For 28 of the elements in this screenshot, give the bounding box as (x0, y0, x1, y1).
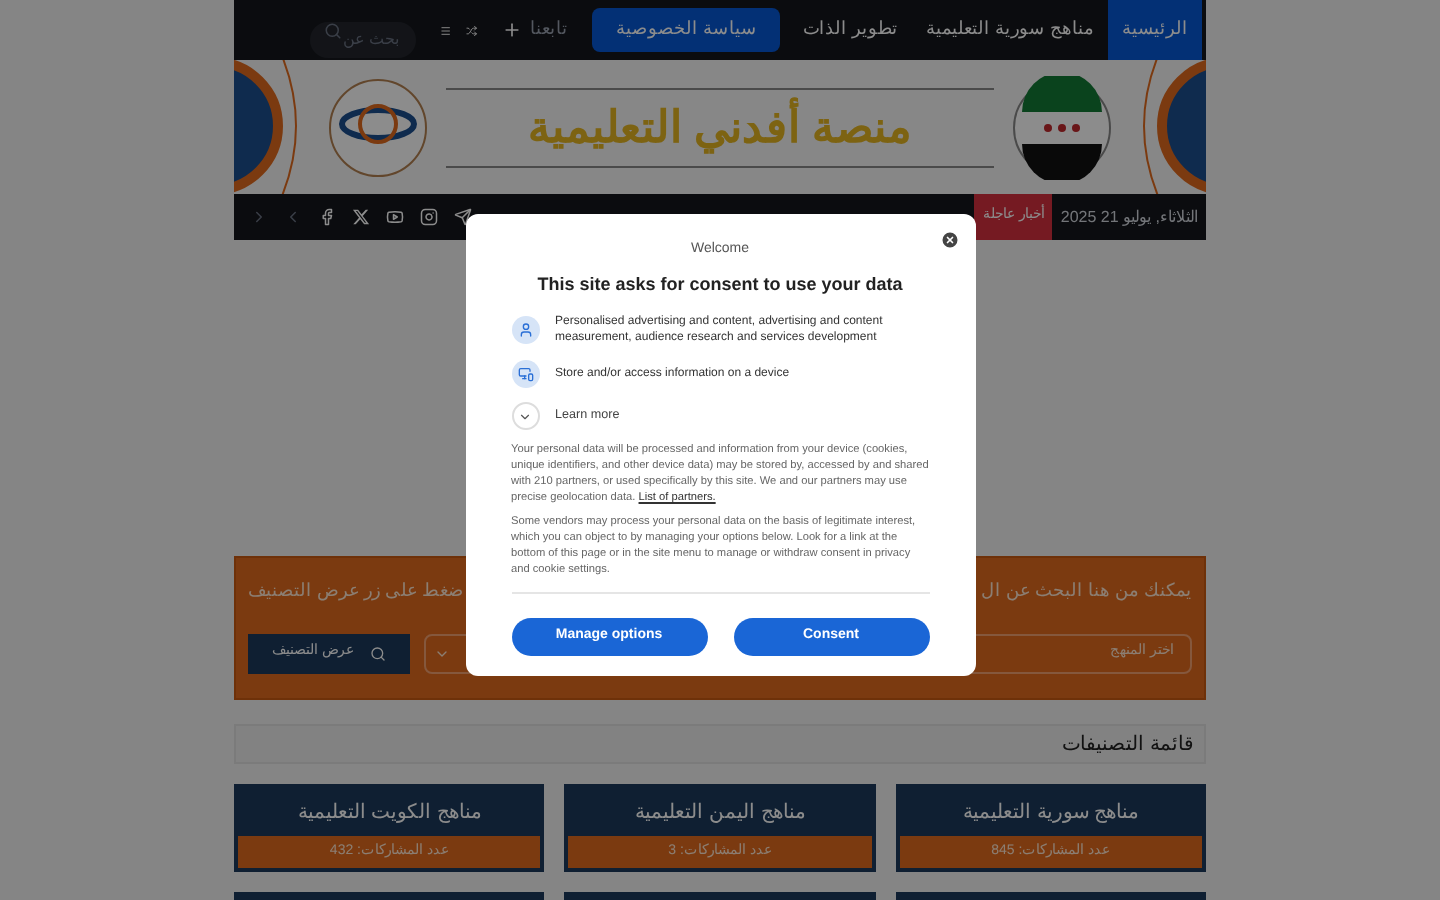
facebook-icon[interactable] (318, 208, 336, 226)
arc-drawing (234, 60, 302, 194)
telegram-icon[interactable] (454, 208, 472, 226)
card-title: مناهج سورية التعليمية (961, 799, 1141, 827)
section-title: قائمة التصنيفات (1062, 731, 1194, 759)
flag-icon (1010, 75, 1114, 179)
close-icon[interactable] (939, 230, 959, 250)
dialog-title: This site asks for consent to use your data (537, 271, 903, 298)
instagram-icon[interactable] (420, 208, 438, 226)
person-icon (511, 316, 539, 344)
plus-icon (501, 20, 522, 40)
nav-link[interactable]: مناهج سورية التعليمية (911, 0, 1108, 60)
x-icon[interactable] (352, 208, 370, 226)
follow-link[interactable]: تابعنا (529, 16, 568, 44)
card-title: مناهج الكويت التعليمية (295, 799, 483, 827)
search-icon (369, 645, 386, 661)
nav-button[interactable]: سياسة الخصوصية (591, 8, 781, 52)
logo-icon (326, 75, 430, 179)
device-icon (511, 360, 539, 388)
nav-link[interactable]: تطوير الذات (788, 0, 912, 60)
date-text: الثلاثاء, يوليو 21 2025 (1058, 205, 1200, 230)
arc-drawing (1138, 60, 1206, 194)
finder-text: ضغط على زر عرض التصنيف (248, 578, 465, 605)
youtube-icon[interactable] (386, 208, 404, 226)
nav-link[interactable]: الرئيسية (1108, 0, 1202, 60)
card-title: مناهج اليمن التعليمية (633, 799, 807, 827)
finder-text: يمكنك من هنا البحث عن ال (980, 578, 1192, 605)
site-title: منصة أفدني التعليمية (527, 94, 913, 160)
